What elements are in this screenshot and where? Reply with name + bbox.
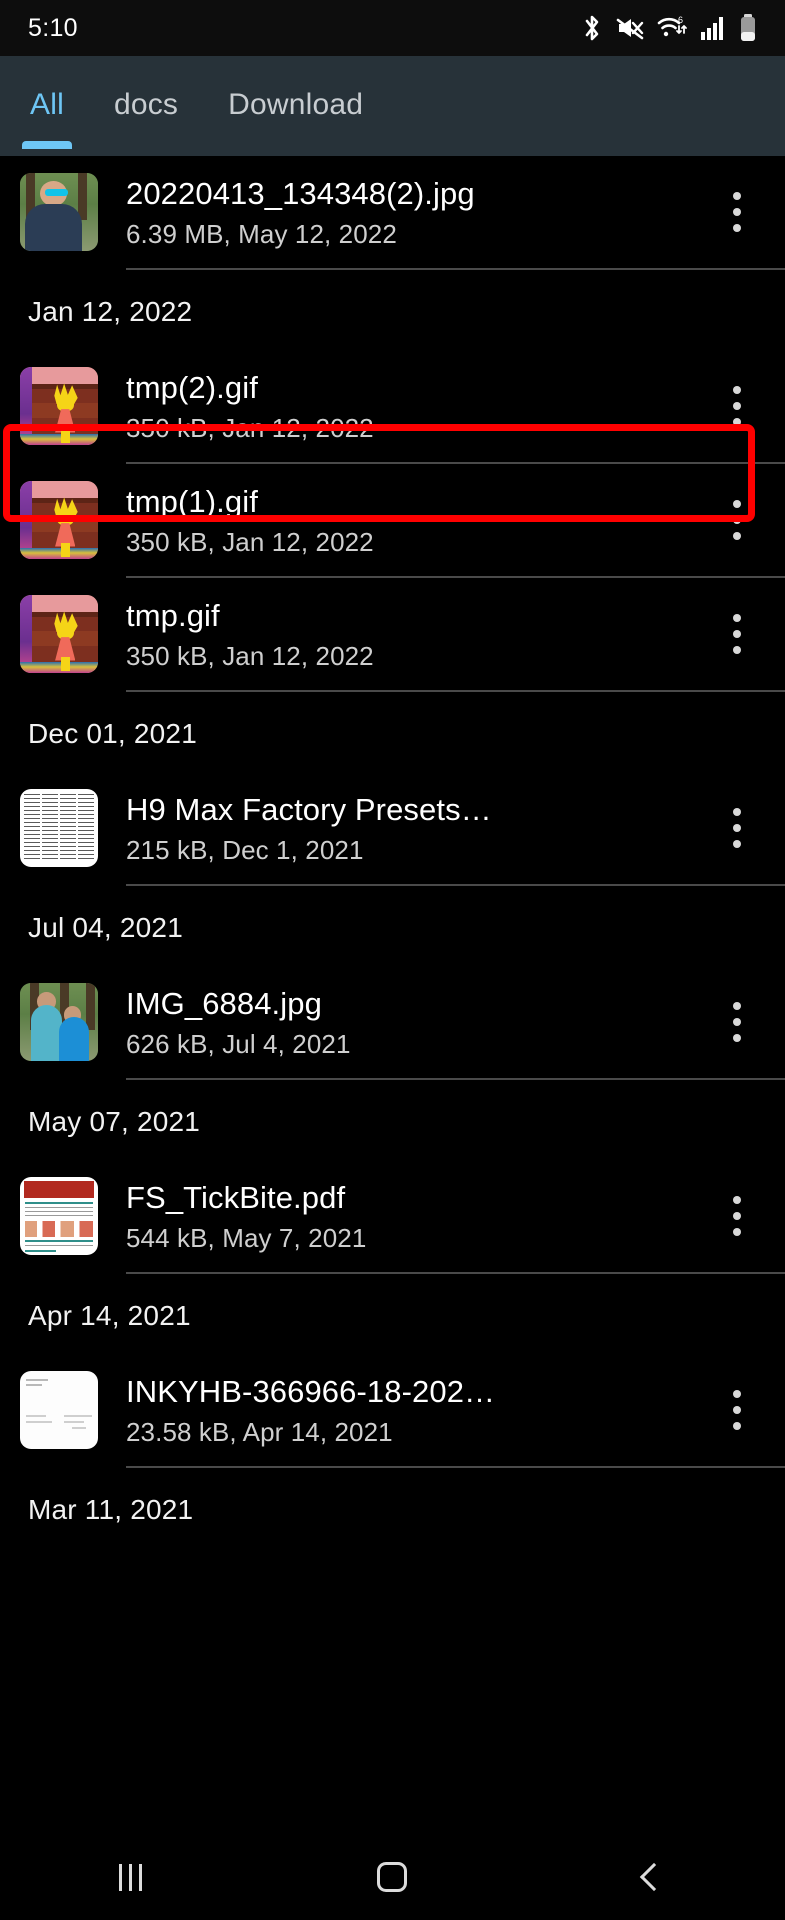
file-meta: FS_TickBite.pdf 544 kB, May 7, 2021 bbox=[126, 1178, 707, 1253]
overflow-menu-icon[interactable] bbox=[713, 599, 761, 669]
file-details: 215 kB, Dec 1, 2021 bbox=[126, 834, 364, 865]
file-name: tmp(2).gif bbox=[126, 370, 258, 406]
file-meta: tmp.gif 350 kB, Jan 12, 2022 bbox=[126, 596, 707, 671]
file-name: 20220413_134348(2).jpg bbox=[126, 176, 475, 212]
back-icon[interactable] bbox=[594, 1847, 714, 1907]
file-thumbnail bbox=[20, 481, 98, 559]
file-details: 544 kB, May 7, 2021 bbox=[126, 1222, 367, 1253]
status-icon-group: 6 bbox=[581, 13, 757, 43]
overflow-menu-icon[interactable] bbox=[713, 1375, 761, 1445]
list-item[interactable]: FS_TickBite.pdf 544 kB, May 7, 2021 bbox=[0, 1160, 785, 1272]
date-header: Dec 01, 2021 bbox=[28, 718, 197, 749]
file-meta: H9 Max Factory Presets… 215 kB, Dec 1, 2… bbox=[126, 790, 707, 865]
file-details: 350 kB, Jan 12, 2022 bbox=[126, 412, 374, 443]
file-name: INKYHB-366966-18-202… bbox=[126, 1374, 496, 1410]
list-item-tmp2-gif[interactable]: tmp(2).gif 350 kB, Jan 12, 2022 bbox=[0, 350, 785, 462]
volume-muted-icon bbox=[616, 18, 644, 40]
file-meta: tmp(2).gif 350 kB, Jan 12, 2022 bbox=[126, 368, 707, 443]
list-item[interactable]: H9 Max Factory Presets… 215 kB, Dec 1, 2… bbox=[0, 772, 785, 884]
date-header: May 07, 2021 bbox=[28, 1106, 201, 1137]
status-time: 5:10 bbox=[28, 13, 78, 42]
file-meta: INKYHB-366966-18-202… 23.58 kB, Apr 14, … bbox=[126, 1372, 707, 1447]
date-header: Mar 11, 2021 bbox=[28, 1494, 194, 1525]
tab-all[interactable]: All bbox=[22, 84, 72, 149]
svg-text:6: 6 bbox=[678, 15, 683, 25]
recents-icon[interactable] bbox=[71, 1847, 191, 1907]
file-details: 23.58 kB, Apr 14, 2021 bbox=[126, 1416, 393, 1447]
overflow-menu-icon[interactable] bbox=[713, 371, 761, 441]
file-thumbnail bbox=[20, 983, 98, 1061]
status-bar: 5:10 6 bbox=[0, 0, 785, 56]
file-name: tmp.gif bbox=[126, 598, 220, 634]
file-thumbnail bbox=[20, 595, 98, 673]
date-header: Jul 04, 2021 bbox=[28, 912, 183, 943]
wifi-6-icon: 6 bbox=[657, 15, 687, 37]
file-details: 626 kB, Jul 4, 2021 bbox=[126, 1028, 351, 1059]
file-name: tmp(1).gif bbox=[126, 484, 258, 520]
list-item[interactable]: tmp(1).gif 350 kB, Jan 12, 2022 bbox=[0, 464, 785, 576]
battery-icon bbox=[741, 14, 755, 41]
bluetooth-icon bbox=[585, 15, 599, 41]
list-item[interactable]: 20220413_134348(2).jpg 6.39 MB, May 12, … bbox=[0, 156, 785, 268]
file-details: 6.39 MB, May 12, 2022 bbox=[126, 218, 397, 249]
file-details: 350 kB, Jan 12, 2022 bbox=[126, 640, 374, 671]
file-thumbnail bbox=[20, 367, 98, 445]
list-item[interactable]: IMG_6884.jpg 626 kB, Jul 4, 2021 bbox=[0, 966, 785, 1078]
file-meta: tmp(1).gif 350 kB, Jan 12, 2022 bbox=[126, 482, 707, 557]
file-thumbnail bbox=[20, 789, 98, 867]
tab-bar: All docs Download bbox=[0, 56, 785, 156]
file-name: FS_TickBite.pdf bbox=[126, 1180, 346, 1216]
file-thumbnail bbox=[20, 173, 98, 251]
file-thumbnail bbox=[20, 1371, 98, 1449]
date-header: Apr 14, 2021 bbox=[28, 1300, 191, 1331]
file-thumbnail bbox=[20, 1177, 98, 1255]
list-item[interactable]: tmp.gif 350 kB, Jan 12, 2022 bbox=[0, 578, 785, 690]
tab-docs[interactable]: docs bbox=[112, 84, 180, 128]
overflow-menu-icon[interactable] bbox=[713, 987, 761, 1057]
file-list: 20220413_134348(2).jpg 6.39 MB, May 12, … bbox=[0, 156, 785, 1548]
home-icon[interactable] bbox=[332, 1847, 452, 1907]
overflow-menu-icon[interactable] bbox=[713, 177, 761, 247]
list-item[interactable]: INKYHB-366966-18-202… 23.58 kB, Apr 14, … bbox=[0, 1354, 785, 1466]
date-header: Jan 12, 2022 bbox=[28, 296, 193, 327]
file-meta: IMG_6884.jpg 626 kB, Jul 4, 2021 bbox=[126, 984, 707, 1059]
overflow-menu-icon[interactable] bbox=[713, 793, 761, 863]
android-nav-bar bbox=[0, 1834, 785, 1920]
overflow-menu-icon[interactable] bbox=[713, 1181, 761, 1251]
tab-download[interactable]: Download bbox=[226, 84, 365, 128]
file-name: IMG_6884.jpg bbox=[126, 986, 322, 1022]
file-details: 350 kB, Jan 12, 2022 bbox=[126, 526, 374, 557]
cellular-signal-icon bbox=[701, 17, 723, 40]
file-name: H9 Max Factory Presets… bbox=[126, 792, 492, 828]
overflow-menu-icon[interactable] bbox=[713, 485, 761, 555]
file-meta: 20220413_134348(2).jpg 6.39 MB, May 12, … bbox=[126, 174, 707, 249]
